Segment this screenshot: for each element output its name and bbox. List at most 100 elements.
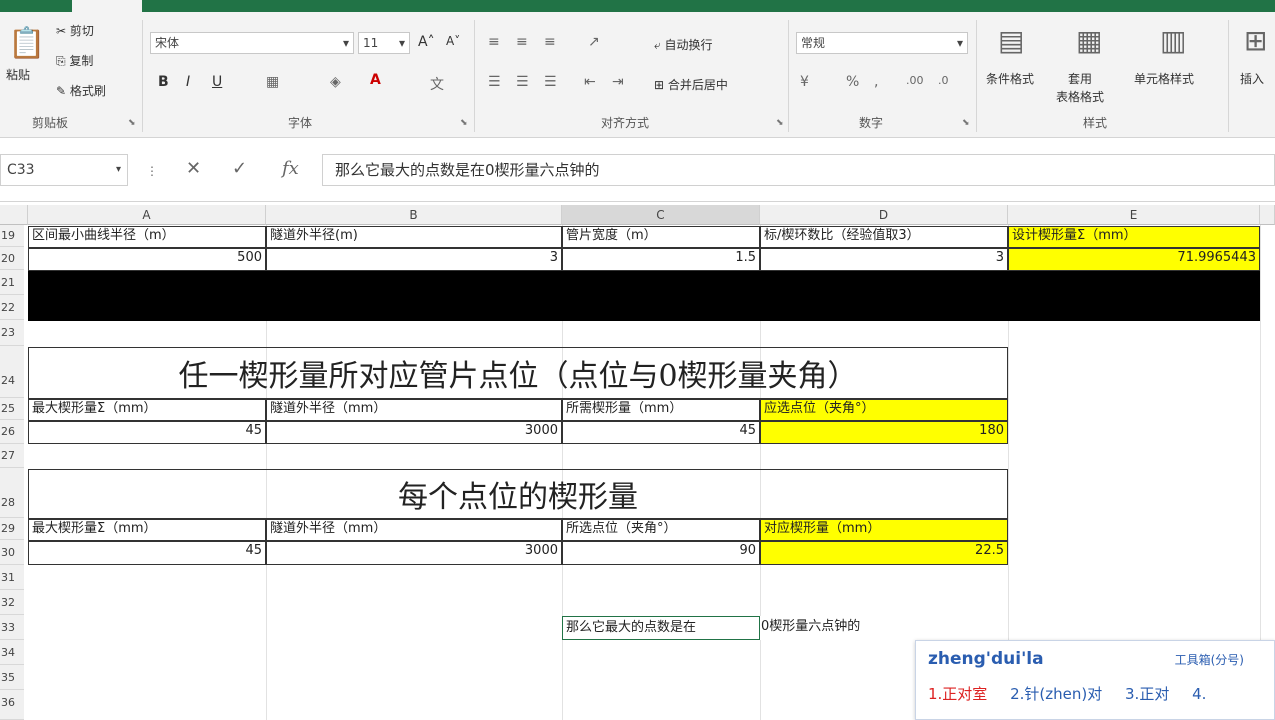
- fill-color-icon[interactable]: ◈: [330, 74, 341, 90]
- number-format-select[interactable]: 常规 ▾: [796, 32, 968, 54]
- orientation-icon[interactable]: ↗: [588, 34, 600, 50]
- cell-c26[interactable]: 45: [562, 421, 760, 444]
- black-fill-block[interactable]: [28, 271, 1260, 321]
- font-name-select[interactable]: 宋体 ▾: [150, 32, 354, 54]
- select-all-corner[interactable]: [0, 205, 28, 225]
- cell-b25[interactable]: 隧道外半径（mm）: [266, 399, 562, 421]
- row-header[interactable]: 22: [0, 295, 24, 320]
- cell-a30[interactable]: 45: [28, 541, 266, 565]
- copy-button[interactable]: ⎘ 复制: [56, 52, 93, 69]
- insert-cells-icon[interactable]: ⊞: [1244, 24, 1267, 57]
- cell-a19[interactable]: 区间最小曲线半径（m）: [28, 226, 266, 248]
- ime-candidate[interactable]: 2.针(zhen)对: [1010, 685, 1102, 703]
- row-header[interactable]: 27: [0, 444, 24, 468]
- merge-center-button[interactable]: ⊞ 合并后居中: [654, 76, 728, 93]
- drag-handle-icon[interactable]: ⋮: [146, 164, 158, 178]
- indent-increase-icon[interactable]: ⇥: [612, 74, 624, 90]
- cell-a25[interactable]: 最大楔形量Σ（mm）: [28, 399, 266, 421]
- row-header[interactable]: 28: [0, 468, 24, 518]
- row-header[interactable]: 29: [0, 518, 24, 540]
- cell-d20[interactable]: 3: [760, 248, 1008, 271]
- cell-c20[interactable]: 1.5: [562, 248, 760, 271]
- conditional-format-icon[interactable]: ▤: [998, 24, 1024, 57]
- cell-styles-icon[interactable]: ▥: [1160, 24, 1186, 57]
- cell-b26[interactable]: 3000: [266, 421, 562, 444]
- column-header-a[interactable]: A: [28, 205, 266, 225]
- launcher-icon[interactable]: ⬊: [460, 118, 468, 128]
- cell-c25[interactable]: 所需楔形量（mm）: [562, 399, 760, 421]
- cell-d29[interactable]: 对应楔形量（mm）: [760, 519, 1008, 541]
- phonetic-icon[interactable]: 文: [430, 74, 444, 94]
- align-middle-icon[interactable]: ≡: [516, 34, 528, 50]
- cell-a29[interactable]: 最大楔形量Σ（mm）: [28, 519, 266, 541]
- font-color-icon[interactable]: A: [370, 72, 381, 88]
- percent-icon[interactable]: %: [846, 74, 859, 90]
- launcher-icon[interactable]: ⬊: [776, 118, 784, 128]
- align-left-icon[interactable]: ☰: [488, 74, 501, 90]
- row-header[interactable]: 26: [0, 420, 24, 444]
- row-header[interactable]: 34: [0, 640, 24, 665]
- cell-styles-button[interactable]: 单元格样式: [1134, 70, 1194, 87]
- ime-candidate[interactable]: 4.: [1192, 685, 1206, 703]
- table-format-icon[interactable]: ▦: [1076, 24, 1102, 57]
- column-header-d[interactable]: D: [760, 205, 1008, 225]
- row-header[interactable]: 20: [0, 247, 24, 270]
- decrease-font-icon[interactable]: A˅: [446, 34, 460, 48]
- launcher-icon[interactable]: ⬊: [128, 118, 136, 128]
- align-right-icon[interactable]: ☰: [544, 74, 557, 90]
- row-header[interactable]: 25: [0, 398, 24, 420]
- wrap-text-button[interactable]: ⤶ 自动换行: [654, 36, 713, 53]
- increase-decimal-icon[interactable]: .00: [906, 74, 924, 87]
- font-size-select[interactable]: 11 ▾: [358, 32, 410, 54]
- border-icon[interactable]: ▦: [266, 74, 279, 90]
- section-title-2[interactable]: 每个点位的楔形量: [28, 469, 1008, 519]
- underline-button[interactable]: U: [212, 74, 222, 90]
- format-painter-button[interactable]: ✎ 格式刷: [56, 82, 106, 99]
- launcher-icon[interactable]: ⬊: [962, 118, 970, 128]
- cell-a26[interactable]: 45: [28, 421, 266, 444]
- row-header[interactable]: 36: [0, 690, 24, 720]
- cell-b30[interactable]: 3000: [266, 541, 562, 565]
- cell-c33-editing[interactable]: 那么它最大的点数是在: [562, 616, 760, 640]
- conditional-format-button[interactable]: 条件格式: [986, 70, 1034, 87]
- ime-candidate-window[interactable]: zheng'dui'la 工具箱(分号) 1.正对室 2.针(zhen)对 3.…: [915, 640, 1275, 720]
- decrease-decimal-icon[interactable]: .0: [938, 74, 949, 87]
- row-header[interactable]: 19: [0, 225, 24, 247]
- row-header[interactable]: 33: [0, 615, 24, 640]
- row-header[interactable]: 32: [0, 590, 24, 615]
- italic-button[interactable]: I: [186, 74, 190, 90]
- column-header-b[interactable]: B: [266, 205, 562, 225]
- row-header[interactable]: 24: [0, 346, 24, 398]
- tab-home[interactable]: [72, 0, 142, 12]
- row-header[interactable]: 21: [0, 270, 24, 295]
- row-header[interactable]: 35: [0, 665, 24, 690]
- cell-e19[interactable]: 设计楔形量Σ（mm）: [1008, 226, 1260, 248]
- ime-toolbox-button[interactable]: 工具箱(分号): [1175, 651, 1244, 668]
- comma-icon[interactable]: ,: [874, 74, 878, 90]
- section-title-1[interactable]: 任一楔形量所对应管片点位（点位与0楔形量夹角）: [28, 347, 1008, 399]
- cell-c29[interactable]: 所选点位（夹角°）: [562, 519, 760, 541]
- ime-candidate[interactable]: 3.正对: [1125, 685, 1169, 703]
- indent-decrease-icon[interactable]: ⇤: [584, 74, 596, 90]
- cell-d30[interactable]: 22.5: [760, 541, 1008, 565]
- row-header[interactable]: 23: [0, 320, 24, 346]
- align-top-icon[interactable]: ≡: [488, 34, 500, 50]
- formula-input[interactable]: 那么它最大的点数是在0楔形量六点钟的: [322, 154, 1275, 186]
- column-header-c[interactable]: C: [562, 205, 760, 225]
- cancel-icon[interactable]: ✕: [186, 158, 201, 179]
- cell-c19[interactable]: 管片宽度（m）: [562, 226, 760, 248]
- insert-button[interactable]: 插入: [1240, 70, 1264, 87]
- currency-icon[interactable]: ¥: [800, 74, 809, 90]
- name-box[interactable]: C33 ▾: [0, 154, 128, 186]
- cell-c30[interactable]: 90: [562, 541, 760, 565]
- cell-d25[interactable]: 应选点位（夹角°）: [760, 399, 1008, 421]
- row-header[interactable]: 31: [0, 565, 24, 590]
- ime-candidate[interactable]: 1.正对室: [928, 685, 987, 703]
- enter-icon[interactable]: ✓: [232, 158, 247, 179]
- row-header[interactable]: 30: [0, 540, 24, 565]
- increase-font-icon[interactable]: A˄: [418, 34, 435, 50]
- cut-button[interactable]: ✂ 剪切: [56, 22, 94, 39]
- table-format-button[interactable]: 套用 表格格式: [1056, 70, 1104, 106]
- align-center-icon[interactable]: ☰: [516, 74, 529, 90]
- bold-button[interactable]: B: [158, 74, 169, 90]
